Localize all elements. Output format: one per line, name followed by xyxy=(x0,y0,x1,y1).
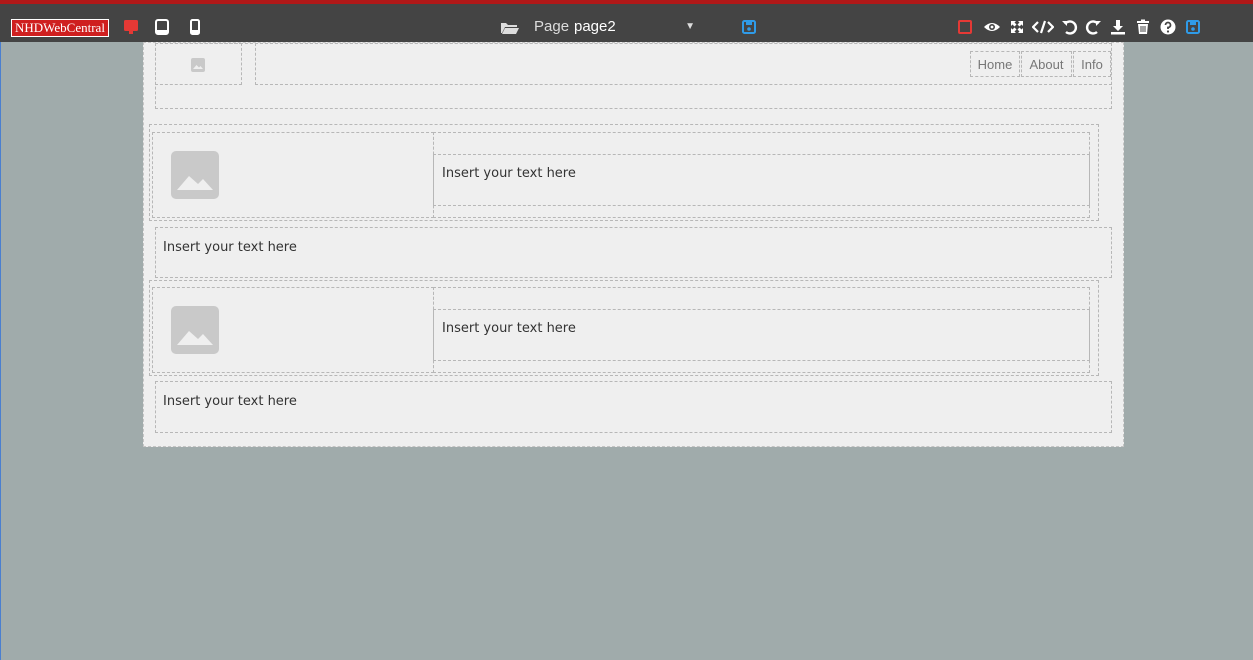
image-placeholder-icon xyxy=(171,306,219,354)
text-content[interactable]: Insert your text here xyxy=(163,394,297,409)
download-icon[interactable] xyxy=(1109,18,1127,36)
trash-icon[interactable] xyxy=(1134,18,1152,36)
page-select-value: page2 xyxy=(574,18,616,35)
nav-link-about[interactable]: About xyxy=(1021,51,1072,77)
page-canvas[interactable]: Home About Info Insert your text here In… xyxy=(143,42,1124,447)
image-placeholder-icon xyxy=(171,151,219,199)
text-content[interactable]: Insert your text here xyxy=(442,321,576,336)
text-content[interactable]: Insert your text here xyxy=(442,166,576,181)
page-label: Page xyxy=(534,18,570,35)
brand-logo: NHDWebCentral xyxy=(11,19,109,37)
image-cell[interactable] xyxy=(152,132,434,218)
image-placeholder-icon xyxy=(191,58,205,72)
redo-icon[interactable] xyxy=(1085,18,1103,36)
text-block-full[interactable] xyxy=(155,381,1112,433)
undo-icon[interactable] xyxy=(1060,18,1078,36)
chevron-down-icon: ▼ xyxy=(685,21,695,32)
text-block-full[interactable] xyxy=(155,227,1112,278)
mobile-icon[interactable] xyxy=(186,18,204,36)
save-icon[interactable] xyxy=(1184,18,1202,36)
help-icon[interactable] xyxy=(1159,18,1177,36)
page-select[interactable]: page2 ▼ xyxy=(574,16,704,38)
eye-icon[interactable] xyxy=(982,18,1000,36)
nav-link-info[interactable]: Info xyxy=(1073,51,1111,77)
code-icon[interactable] xyxy=(1032,18,1054,36)
folder-icon xyxy=(500,18,519,36)
save-icon[interactable] xyxy=(740,18,758,36)
image-cell[interactable] xyxy=(152,287,434,373)
tablet-icon[interactable] xyxy=(153,18,171,36)
square-outline-icon[interactable] xyxy=(956,18,974,36)
fullscreen-icon[interactable] xyxy=(1008,18,1026,36)
window-edge xyxy=(0,41,1,660)
text-content[interactable]: Insert your text here xyxy=(163,240,297,255)
desktop-icon[interactable] xyxy=(122,18,140,36)
logo-image-cell[interactable] xyxy=(155,43,242,85)
nav-link-home[interactable]: Home xyxy=(970,51,1020,77)
